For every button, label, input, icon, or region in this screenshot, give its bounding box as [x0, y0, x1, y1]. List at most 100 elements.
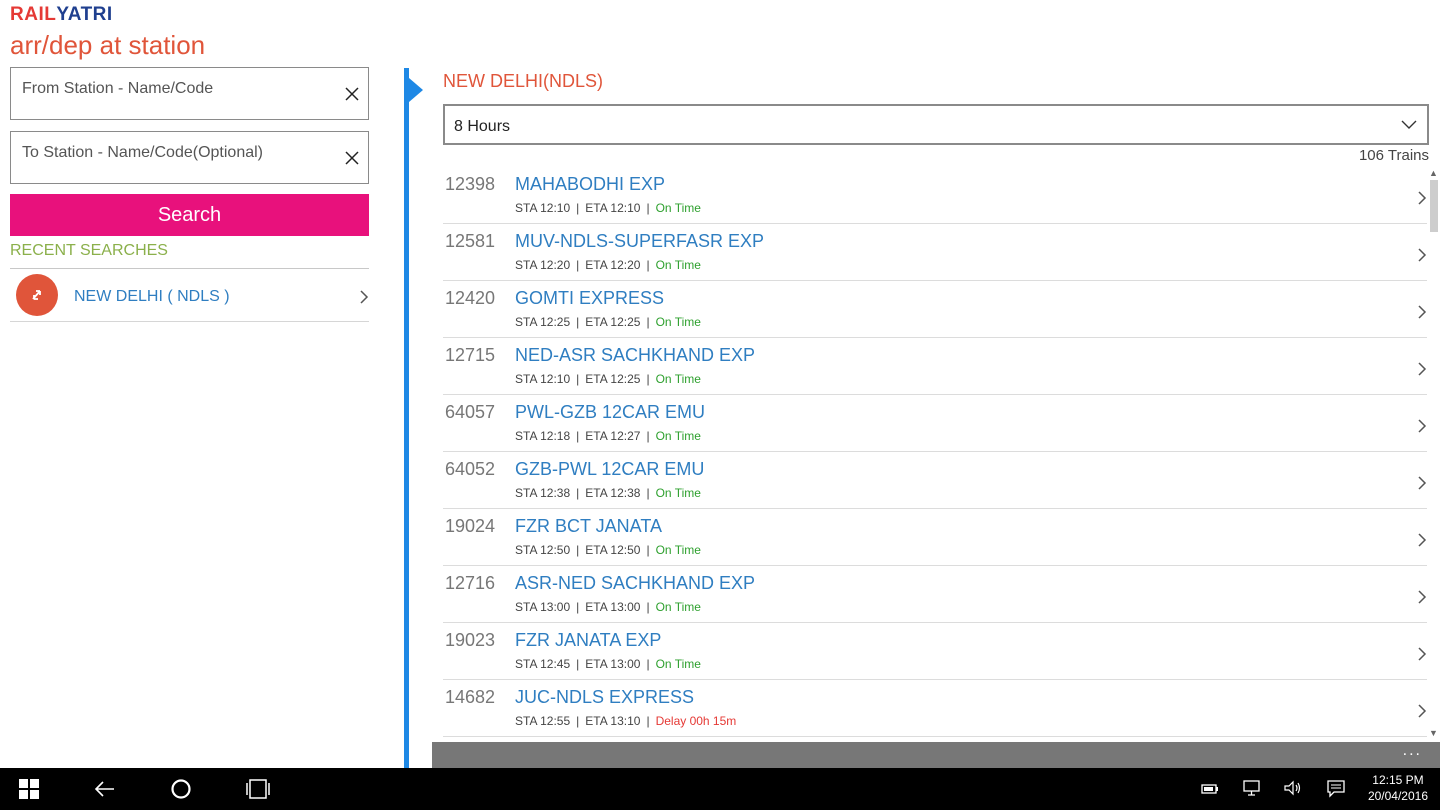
divider: [10, 268, 369, 269]
eta-time: ETA 12:25: [585, 372, 641, 386]
scroll-down-icon[interactable]: ▼: [1429, 728, 1438, 738]
scrollbar[interactable]: ▲ ▼: [1428, 168, 1440, 742]
train-number: 19023: [445, 630, 496, 650]
train-status: On Time: [655, 201, 701, 215]
swap-stations-icon: [16, 274, 58, 316]
train-name: MUV-NDLS-SUPERFASR EXP: [515, 231, 765, 251]
train-row[interactable]: 64057 PWL-GZB 12CAR EMU STA 12:18 | ETA 12:2…: [443, 395, 1427, 452]
train-row[interactable]: 12716 ASR-NED SACHKHAND EXP STA 13:00 | ETA …: [443, 566, 1427, 623]
logo-rail-text: RAIL: [10, 4, 57, 25]
train-number: 12420: [445, 288, 496, 308]
pane-divider: [404, 68, 409, 768]
train-row[interactable]: 19024 FZR BCT JANATA STA 12:50 | ETA 12:50 | O…: [443, 509, 1427, 566]
clock-date: 20/04/2016: [1367, 789, 1428, 803]
separator: |: [646, 315, 650, 329]
train-count: 106 Trains: [1358, 147, 1429, 164]
search-button[interactable]: Search: [10, 194, 369, 236]
sta-time: STA 12:10: [515, 372, 571, 386]
from-station-field[interactable]: [10, 67, 369, 120]
train-name: ASR-NED SACHKHAND EXP: [515, 573, 756, 593]
separator: |: [576, 429, 580, 443]
train-row[interactable]: 12398 MAHABODHI EXP STA 12:10 | ETA 12:10 | On…: [443, 167, 1427, 224]
sta-time: STA 12:25: [515, 315, 571, 329]
pane-indicator-arrow: [409, 78, 423, 102]
separator: |: [576, 543, 580, 557]
more-options-icon[interactable]: ...: [1403, 742, 1422, 760]
chevron-right-icon: [1418, 248, 1427, 262]
separator: |: [646, 372, 650, 386]
scroll-up-icon[interactable]: ▲: [1429, 168, 1438, 178]
train-status: Delay 00h 15m: [655, 714, 737, 728]
train-row[interactable]: 64052 GZB-PWL 12CAR EMU STA 12:38 | ETA 12:3…: [443, 452, 1427, 509]
eta-time: ETA 13:00: [585, 600, 641, 614]
battery-icon[interactable]: [1200, 778, 1220, 798]
separator: |: [576, 600, 580, 614]
separator: |: [576, 315, 580, 329]
chevron-right-icon: [1418, 647, 1427, 661]
clear-icon[interactable]: [344, 150, 360, 166]
separator: |: [576, 714, 580, 728]
train-status: On Time: [655, 372, 701, 386]
railyatri-logo: RAIL YATRI: [10, 4, 113, 26]
chevron-right-icon: [1418, 419, 1427, 433]
recent-search-item[interactable]: NEW DELHI ( NDLS ): [10, 270, 369, 322]
train-name: GOMTI EXPRESS: [515, 288, 665, 308]
windows-start-icon[interactable]: [18, 778, 40, 800]
train-status: On Time: [655, 600, 701, 614]
to-station-field[interactable]: [10, 131, 369, 184]
separator: |: [576, 201, 580, 215]
separator: |: [646, 201, 650, 215]
chevron-right-icon: [1418, 704, 1427, 718]
train-row[interactable]: 19023 FZR JANATA EXP STA 12:45 | ETA 13:00 | O…: [443, 623, 1427, 680]
sta-time: STA 12:18: [515, 429, 571, 443]
system-clock[interactable]: 12:15 PM 20/04/2016: [1368, 772, 1428, 804]
clear-icon[interactable]: [344, 86, 360, 102]
train-name: JUC-NDLS EXPRESS: [515, 687, 695, 707]
train-row[interactable]: 12581 MUV-NDLS-SUPERFASR EXP STA 12:20 | ETA…: [443, 224, 1427, 281]
separator: |: [646, 486, 650, 500]
sta-time: STA 12:38: [515, 486, 571, 500]
task-view-icon[interactable]: [245, 778, 271, 800]
recent-search-label: NEW DELHI ( NDLS ): [74, 288, 230, 305]
scrollbar-thumb[interactable]: [1430, 180, 1438, 232]
train-number: 64052: [445, 459, 496, 479]
to-station-input[interactable]: [22, 144, 332, 162]
train-timing: STA 13:00 | ETA 13:00 | On Time: [515, 600, 701, 614]
train-timing: STA 12:10 | ETA 12:25 | On Time: [515, 372, 701, 386]
separator: |: [646, 258, 650, 272]
action-center-icon[interactable]: [1326, 778, 1346, 798]
eta-time: ETA 12:25: [585, 315, 641, 329]
sta-time: STA 12:10: [515, 201, 571, 215]
train-number: 12716: [445, 573, 496, 593]
chevron-down-icon: [1401, 120, 1417, 129]
train-timing: STA 12:45 | ETA 13:00 | On Time: [515, 657, 701, 671]
train-row[interactable]: 12420 GOMTI EXPRESS STA 12:25 | ETA 12:25 | On…: [443, 281, 1427, 338]
search-cortana-icon[interactable]: [170, 778, 192, 800]
taskbar: 12:15 PM 20/04/2016: [0, 768, 1440, 810]
train-number: 12398: [445, 174, 496, 194]
chevron-right-icon: [1418, 476, 1427, 490]
logo-yatri-text: YATRI: [56, 4, 113, 25]
chevron-right-icon: [1418, 305, 1427, 319]
train-timing: STA 12:25 | ETA 12:25 | On Time: [515, 315, 701, 329]
hours-dropdown[interactable]: 8 Hours: [443, 104, 1429, 145]
train-number: 19024: [445, 516, 496, 536]
train-status: On Time: [655, 258, 701, 272]
train-row[interactable]: 14682 JUC-NDLS EXPRESS STA 12:55 | ETA 13:10…: [443, 680, 1427, 737]
chevron-right-icon: [360, 290, 369, 304]
separator: |: [646, 429, 650, 443]
train-timing: STA 12:20 | ETA 12:20 | On Time: [515, 258, 701, 272]
network-icon[interactable]: [1242, 778, 1262, 798]
separator: |: [576, 258, 580, 272]
eta-time: ETA 12:20: [585, 258, 641, 272]
train-name: MAHABODHI EXP: [515, 174, 666, 194]
train-row[interactable]: 12715 NED-ASR SACHKHAND EXP STA 12:10 | ETA …: [443, 338, 1427, 395]
sta-time: STA 12:55: [515, 714, 571, 728]
volume-icon[interactable]: [1283, 778, 1303, 798]
separator: |: [646, 600, 650, 614]
clock-time: 12:15 PM: [1372, 773, 1424, 787]
train-status: On Time: [655, 657, 701, 671]
from-station-input[interactable]: [22, 80, 332, 98]
sta-time: STA 12:50: [515, 543, 571, 557]
back-icon[interactable]: [94, 778, 116, 800]
